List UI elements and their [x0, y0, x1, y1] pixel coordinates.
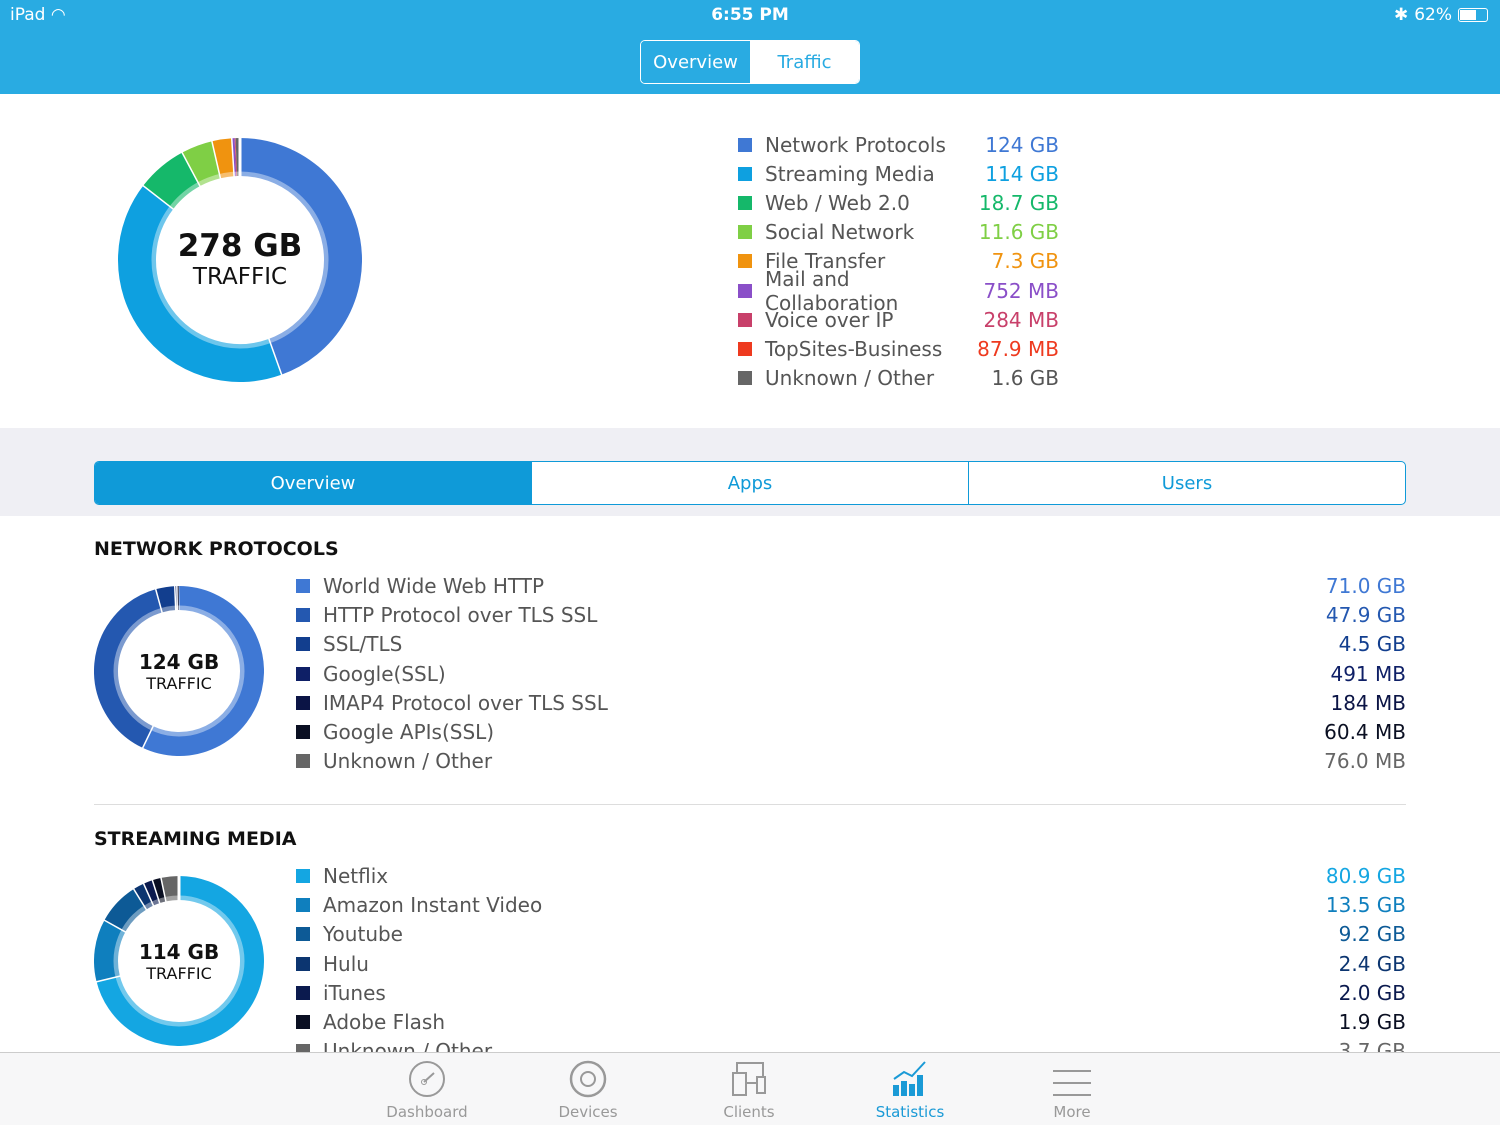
tabbar-label: More	[1053, 1103, 1091, 1121]
menu-icon	[1053, 1070, 1091, 1096]
tabbar-label: Devices	[558, 1103, 618, 1121]
statistics-icon	[893, 1061, 926, 1096]
tabbar-label: Dashboard	[386, 1103, 468, 1121]
item-label: Youtube	[323, 922, 403, 947]
list-item[interactable]: Netflix 80.9 GB	[296, 861, 1406, 890]
list-item[interactable]: Youtube 9.2 GB	[296, 920, 1406, 949]
tabbar-devices[interactable]: Devices	[528, 1059, 648, 1121]
item-value: 2.0 GB	[1338, 980, 1406, 1005]
item-value: 9.2 GB	[1338, 922, 1406, 947]
item-swatch	[296, 868, 310, 883]
tabbar-clients[interactable]: Clients	[689, 1059, 809, 1121]
tabbar-more[interactable]: More	[1012, 1059, 1132, 1121]
item-swatch	[296, 956, 310, 971]
item-label: Adobe Flash	[323, 1010, 446, 1035]
bottom-tab-bar: Dashboard Devices Clients Statistics Mor…	[0, 1052, 1500, 1125]
list-item[interactable]: Adobe Flash 1.9 GB	[296, 1008, 1406, 1037]
device-circle-icon	[569, 1060, 607, 1098]
list-item[interactable]: Amazon Instant Video 13.5 GB	[296, 890, 1406, 919]
item-label: iTunes	[323, 980, 386, 1005]
item-label: Hulu	[323, 951, 369, 976]
item-swatch	[296, 897, 310, 912]
gauge-icon	[409, 1061, 445, 1097]
item-value: 80.9 GB	[1325, 863, 1406, 888]
tabbar-label: Clients	[723, 1103, 775, 1121]
tabbar-label: Statistics	[875, 1103, 945, 1121]
list-item[interactable]: Unknown / Other 3.7 GB	[296, 1037, 1406, 1052]
item-label: Amazon Instant Video	[323, 892, 543, 917]
item-value: 1.9 GB	[1338, 1010, 1406, 1035]
item-label: Unknown / Other	[323, 1039, 493, 1052]
item-swatch	[296, 1044, 310, 1052]
item-value: 2.4 GB	[1338, 951, 1406, 976]
item-swatch	[296, 1015, 310, 1030]
item-label: Netflix	[323, 863, 389, 888]
tabbar-statistics[interactable]: Statistics	[850, 1059, 970, 1121]
tabbar-dashboard[interactable]: Dashboard	[367, 1059, 487, 1121]
item-swatch	[296, 927, 310, 942]
list-item[interactable]: Hulu 2.4 GB	[296, 949, 1406, 978]
list-item[interactable]: iTunes 2.0 GB	[296, 978, 1406, 1007]
item-swatch	[296, 985, 310, 1000]
item-value: 13.5 GB	[1325, 892, 1406, 917]
item-value: 3.7 GB	[1338, 1039, 1406, 1052]
clients-icon	[732, 1062, 766, 1096]
